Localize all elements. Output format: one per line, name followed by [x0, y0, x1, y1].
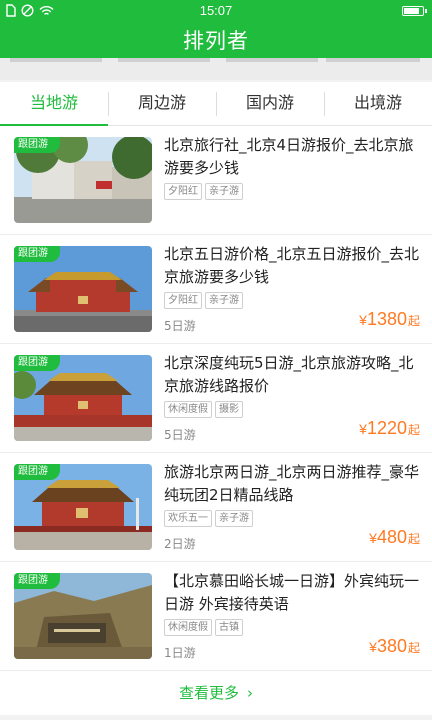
tour-label: 欢乐五一: [164, 510, 212, 527]
price-value: 1380: [366, 309, 407, 329]
tour-list: 跟团游 北京旅行社_北京4日游报价_去北京旅游要多少钱 夕阳红 亲子游 跟团游 …: [0, 126, 432, 671]
tour-label: 夕阳红: [164, 183, 202, 200]
category-tabs: 当地游 周边游 国内游 出境游: [0, 82, 432, 126]
view-more-label: 查看更多: [178, 684, 239, 702]
price-value: 380: [376, 636, 407, 656]
list-item[interactable]: 跟团游 【北京慕田峪长城一日游】外宾纯玩一日游 外宾接待英语 休闲度假 古镇 1…: [0, 562, 432, 671]
view-more-button[interactable]: 查看更多 ›: [0, 671, 432, 715]
tour-label: 亲子游: [215, 510, 253, 527]
tour-label: 休闲度假: [164, 619, 212, 636]
tour-type-badge: 跟团游: [14, 355, 60, 371]
tab-domestic[interactable]: 国内游: [216, 82, 324, 125]
tour-price: ¥1220起: [359, 418, 420, 439]
list-item[interactable]: 跟团游 旅游北京两日游_北京两日游推荐_豪华纯玩团2日精品线路 欢乐五一 亲子游…: [0, 453, 432, 562]
banner-strip[interactable]: [0, 58, 432, 80]
tour-title[interactable]: 北京深度纯玩5日游_北京旅游攻略_北京旅游线路报价: [164, 352, 422, 398]
tour-thumbnail: 跟团游: [14, 246, 152, 332]
tour-title[interactable]: 北京五日游价格_北京五日游报价_去北京旅游要多少钱: [164, 243, 422, 289]
chevron-right-icon: ›: [247, 684, 253, 702]
tour-label: 夕阳红: [164, 292, 202, 309]
price-currency: ¥: [359, 312, 367, 328]
tour-label: 亲子游: [205, 292, 243, 309]
price-unit: 起: [407, 423, 420, 437]
tour-type-badge: 跟团游: [14, 137, 60, 153]
price-currency: ¥: [359, 421, 367, 437]
tab-nearby[interactable]: 周边游: [108, 82, 216, 125]
tour-thumbnail: 跟团游: [14, 464, 152, 550]
list-item[interactable]: 跟团游 北京五日游价格_北京五日游报价_去北京旅游要多少钱 夕阳红 亲子游 5日…: [0, 235, 432, 344]
tour-duration: 5日游: [164, 428, 196, 442]
list-item[interactable]: 跟团游 北京旅行社_北京4日游报价_去北京旅游要多少钱 夕阳红 亲子游: [0, 126, 432, 235]
page-title: 排列者: [183, 29, 249, 53]
tour-label: 古镇: [215, 619, 243, 636]
price-currency: ¥: [369, 639, 377, 655]
tour-duration: 2日游: [164, 537, 196, 551]
tour-labels: 休闲度假 摄影: [164, 401, 243, 418]
tour-duration: 1日游: [164, 646, 196, 660]
tour-thumbnail: 跟团游: [14, 137, 152, 223]
tour-title[interactable]: 旅游北京两日游_北京两日游推荐_豪华纯玩团2日精品线路: [164, 461, 422, 507]
tour-price: ¥380起: [369, 636, 420, 657]
price-value: 480: [376, 527, 407, 547]
tour-labels: 休闲度假 古镇: [164, 619, 243, 636]
tab-local[interactable]: 当地游: [0, 82, 108, 126]
tour-label: 休闲度假: [164, 401, 212, 418]
battery-icon: [402, 6, 427, 16]
price-unit: 起: [407, 641, 420, 655]
price-value: 1220: [366, 418, 407, 438]
tour-duration: 5日游: [164, 319, 196, 333]
status-time: 15:07: [199, 3, 233, 18]
tab-outbound[interactable]: 出境游: [324, 82, 432, 125]
tour-title[interactable]: 【北京慕田峪长城一日游】外宾纯玩一日游 外宾接待英语: [164, 570, 422, 616]
tour-type-badge: 跟团游: [14, 573, 60, 589]
tour-thumbnail: 跟团游: [14, 573, 152, 659]
tour-title[interactable]: 北京旅行社_北京4日游报价_去北京旅游要多少钱: [164, 134, 422, 180]
tour-type-badge: 跟团游: [14, 464, 60, 480]
tour-type-badge: 跟团游: [14, 246, 60, 262]
tour-price: ¥1380起: [359, 309, 420, 330]
title-bar: 排列者: [0, 22, 432, 58]
tour-label: 摄影: [215, 401, 243, 418]
price-unit: 起: [407, 314, 420, 328]
tour-thumbnail: 跟团游: [14, 355, 152, 441]
tour-labels: 欢乐五一 亲子游: [164, 510, 253, 527]
tour-labels: 夕阳红 亲子游: [164, 292, 243, 309]
tour-labels: 夕阳红 亲子游: [164, 183, 243, 200]
tour-label: 亲子游: [205, 183, 243, 200]
status-bar: 15:07: [0, 0, 432, 22]
tour-price: ¥480起: [369, 527, 420, 548]
price-currency: ¥: [369, 530, 377, 546]
list-item[interactable]: 跟团游 北京深度纯玩5日游_北京旅游攻略_北京旅游线路报价 休闲度假 摄影 5日…: [0, 344, 432, 453]
price-unit: 起: [407, 532, 420, 546]
